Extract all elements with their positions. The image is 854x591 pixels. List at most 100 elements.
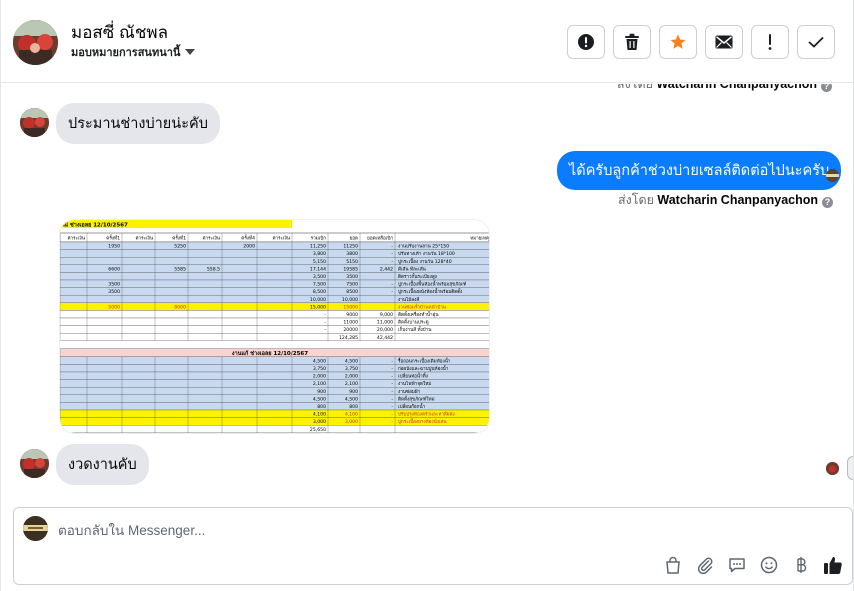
sheet-column-header: ครั้งที่4 [241, 235, 255, 242]
sheet-cell: 3,750 [313, 366, 326, 372]
sheet-column-header: ค่าระเงิน [202, 236, 220, 242]
thumbs-up-icon [824, 557, 842, 574]
sheet-cell: 11250 [343, 244, 358, 250]
sheet-cell: 8500 [346, 289, 358, 295]
sheet-cell: 2,100 [313, 381, 326, 387]
assign-conversation-dropdown[interactable]: มอบหมายการสนทนานี้ [71, 43, 196, 61]
baht-icon [797, 557, 807, 573]
sheet-cell: ปรับปรุงห้องครัวและทาสีผนัง [398, 411, 455, 418]
sheet-row [60, 425, 489, 433]
sheet-cell: 1950 [108, 244, 120, 250]
star-icon [670, 34, 686, 49]
sheet-cell: 11,000 [377, 320, 393, 326]
sheet-cell: 9000 [346, 312, 358, 318]
incoming-message[interactable]: ประมานช่างบ่ายน่ะคับ [56, 103, 220, 144]
sheet-cell: 124,285 [339, 335, 358, 341]
sheet-cell: ปูกระเบื้องพื้นห้องน้ำพร้อมสุขภัณฑ์ [398, 281, 467, 288]
sheet-cell: 20,000 [377, 327, 393, 333]
like-button[interactable] [822, 554, 844, 576]
sheet-cell: ปูกระเบื้องยางห้องนั่งเล่น [398, 418, 447, 425]
emoji-button[interactable] [758, 554, 780, 576]
contact-name[interactable]: มอสซี่ ณัชพล [71, 19, 168, 46]
mark-unread-button[interactable] [705, 25, 743, 59]
sheet-cell: 7500 [346, 282, 358, 288]
sheet-cell: 5250 [174, 244, 186, 250]
sheet-cell: 3500 [108, 282, 120, 288]
sheet-column-header: ค่าระเงิน [67, 236, 85, 242]
composer-toolbar [662, 554, 844, 576]
sheet-row [60, 402, 489, 411]
sheet-cell: 3,500 [313, 274, 326, 280]
sheet-row [60, 333, 489, 341]
sheet-cell: 8,500 [313, 289, 326, 295]
message-thread[interactable]: ส่งโดย Watcharin Chanpanyachon? ประมานช่… [1, 84, 853, 504]
conversation-toolbar [567, 25, 835, 59]
paperclip-icon [697, 557, 713, 574]
sheet-cell: 3,750 [345, 366, 358, 372]
spreadsheet-image-attachment[interactable]: ณ่ ช่างเอลย 12/10/2567 ค่าระเงิน ครั้งที่1… [59, 219, 490, 434]
scroll-handle[interactable] [847, 456, 853, 480]
page-avatar [23, 516, 48, 541]
bag-icon [666, 556, 680, 574]
sheet-cell: 17,144 [310, 266, 326, 272]
sheet-cell: 6600 [108, 266, 120, 272]
sheet-cell: เปลี่ยนก๊อกน้ำ [398, 403, 426, 410]
sheet-cell: 900 [317, 389, 326, 395]
contact-avatar-small[interactable] [20, 449, 49, 478]
sheet-cell: รื้อถอนกระเบื้องเดิมห้องน้ำ [397, 357, 450, 364]
shop-button[interactable] [662, 554, 684, 576]
assign-label: มอบหมายการสนทนานี้ [71, 47, 181, 59]
sheet-cell: 3800 [346, 251, 358, 257]
sheet-column-header: ครั้งที่1 [172, 235, 186, 242]
sheet-cell: 3500 [108, 289, 120, 295]
sheet-cell: 900 [349, 389, 358, 395]
sent-by-label: ส่งโดย Watcharin Chanpanyachon? [618, 190, 834, 210]
sheet-title: ณ่ ช่างเอลย 12/10/2567 [63, 222, 128, 229]
sheet-cell: งานซ่อมรั้วบ้านหน้าบ้าน [398, 303, 447, 310]
sheet-row [60, 387, 489, 395]
sheet-cell: ตีเส้น ทีละเส้น [398, 265, 427, 272]
contact-avatar-small[interactable] [20, 108, 49, 137]
seen-avatar [826, 169, 839, 182]
sheet-cell: ติดตั้งบานประตู [398, 319, 429, 326]
sheet-column-header: รวมเบิก [311, 236, 327, 242]
star-button[interactable] [659, 25, 697, 59]
sheet-cell: 558.5 [207, 266, 220, 272]
sender-name: Watcharin Chanpanyachon [657, 193, 819, 207]
sheet-cell: 3,800 [313, 251, 326, 257]
sheet-cell: 800 [317, 404, 326, 410]
delete-button[interactable] [613, 25, 651, 59]
sheet-cell: 19585 [343, 266, 358, 272]
payment-button[interactable] [790, 554, 812, 576]
sheet-column-header: ค่าระเงิน [272, 236, 290, 242]
sheet-column-header: ค่าระเงิน [135, 236, 153, 242]
sheet-column-header: หมายเหตุ [470, 237, 489, 242]
sheet-cell: 4,500 [313, 358, 326, 364]
attach-button[interactable] [694, 554, 716, 576]
outgoing-message[interactable]: ได้ครับลูกค้าช่วงบ่ายเซลล์ติดต่อไปนะครับ [557, 151, 842, 190]
sheet-cell: ปูกระเบื้องผนังห้องน้ำพร้อมติดตั้ง [398, 288, 462, 295]
sheet-cell: 10,000 [342, 297, 358, 303]
saved-replies-button[interactable] [726, 554, 748, 576]
reply-composer [13, 507, 853, 585]
spreadsheet-image: ณ่ ช่างเอลย 12/10/2567 ค่าระเงิน ครั้งที่1… [60, 220, 489, 433]
sheet-cell: ติดราวกั้นระเบียงสูง [398, 273, 437, 280]
sheet-cell: ติดตั้งเครื่องทำน้ำอุ่น [398, 311, 439, 318]
info-icon[interactable]: ? [822, 197, 834, 208]
info-icon[interactable]: ? [821, 84, 833, 92]
sheet-cell: 11,250 [310, 244, 326, 250]
incoming-message[interactable]: งวดงานคับ [56, 444, 149, 485]
sheet-cell: 9,000 [380, 312, 393, 318]
sheet-cell: 5000 [108, 304, 120, 310]
conversation-header: มอสซี่ ณัชพล มอบหมายการสนทนานี้ [1, 0, 853, 83]
follow-up-button[interactable] [751, 25, 789, 59]
report-spam-button[interactable] [567, 25, 605, 59]
sheet-cell: 3500 [346, 274, 358, 280]
sheet-cell: เปลี่ยนท่อน้ำทิ้ง [398, 373, 428, 380]
sheet-cell: 10,000 [310, 297, 326, 303]
sheet-cell: 2,442 [380, 266, 393, 272]
sheet-cell: 5,150 [313, 259, 326, 265]
reply-input[interactable] [58, 519, 758, 541]
contact-avatar[interactable] [13, 20, 58, 65]
mark-done-button[interactable] [797, 25, 835, 59]
